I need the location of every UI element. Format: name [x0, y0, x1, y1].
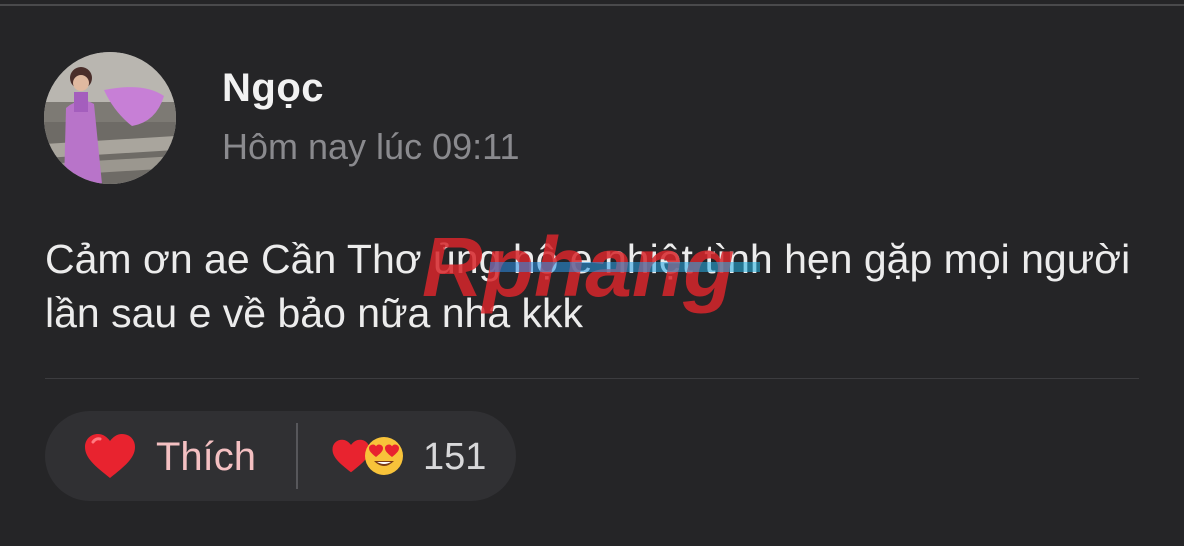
- heart-icon: [85, 434, 135, 478]
- avatar-image: [44, 52, 176, 184]
- reactions-summary[interactable]: 151: [299, 411, 516, 501]
- author-name[interactable]: Ngọc: [222, 66, 324, 111]
- post-text: Cảm ơn ae Cần Thơ ủng hộ e nhiệt tình hẹ…: [45, 236, 1131, 336]
- post-timestamp: Hôm nay lúc 09:11: [222, 126, 520, 167]
- avatar[interactable]: [44, 52, 176, 184]
- heart-eyes-emoji-icon: [365, 437, 403, 475]
- like-label: Thích: [156, 435, 257, 479]
- like-button[interactable]: Thích: [45, 411, 295, 501]
- pill-separator: [296, 423, 298, 489]
- top-divider: [0, 4, 1184, 6]
- post-card: Ngọc Hôm nay lúc 09:11 Cảm ơn ae Cần Thơ…: [0, 0, 1184, 546]
- reaction-count: 151: [423, 436, 487, 478]
- content-divider: [45, 378, 1139, 379]
- reaction-bar: Thích 151: [45, 411, 516, 501]
